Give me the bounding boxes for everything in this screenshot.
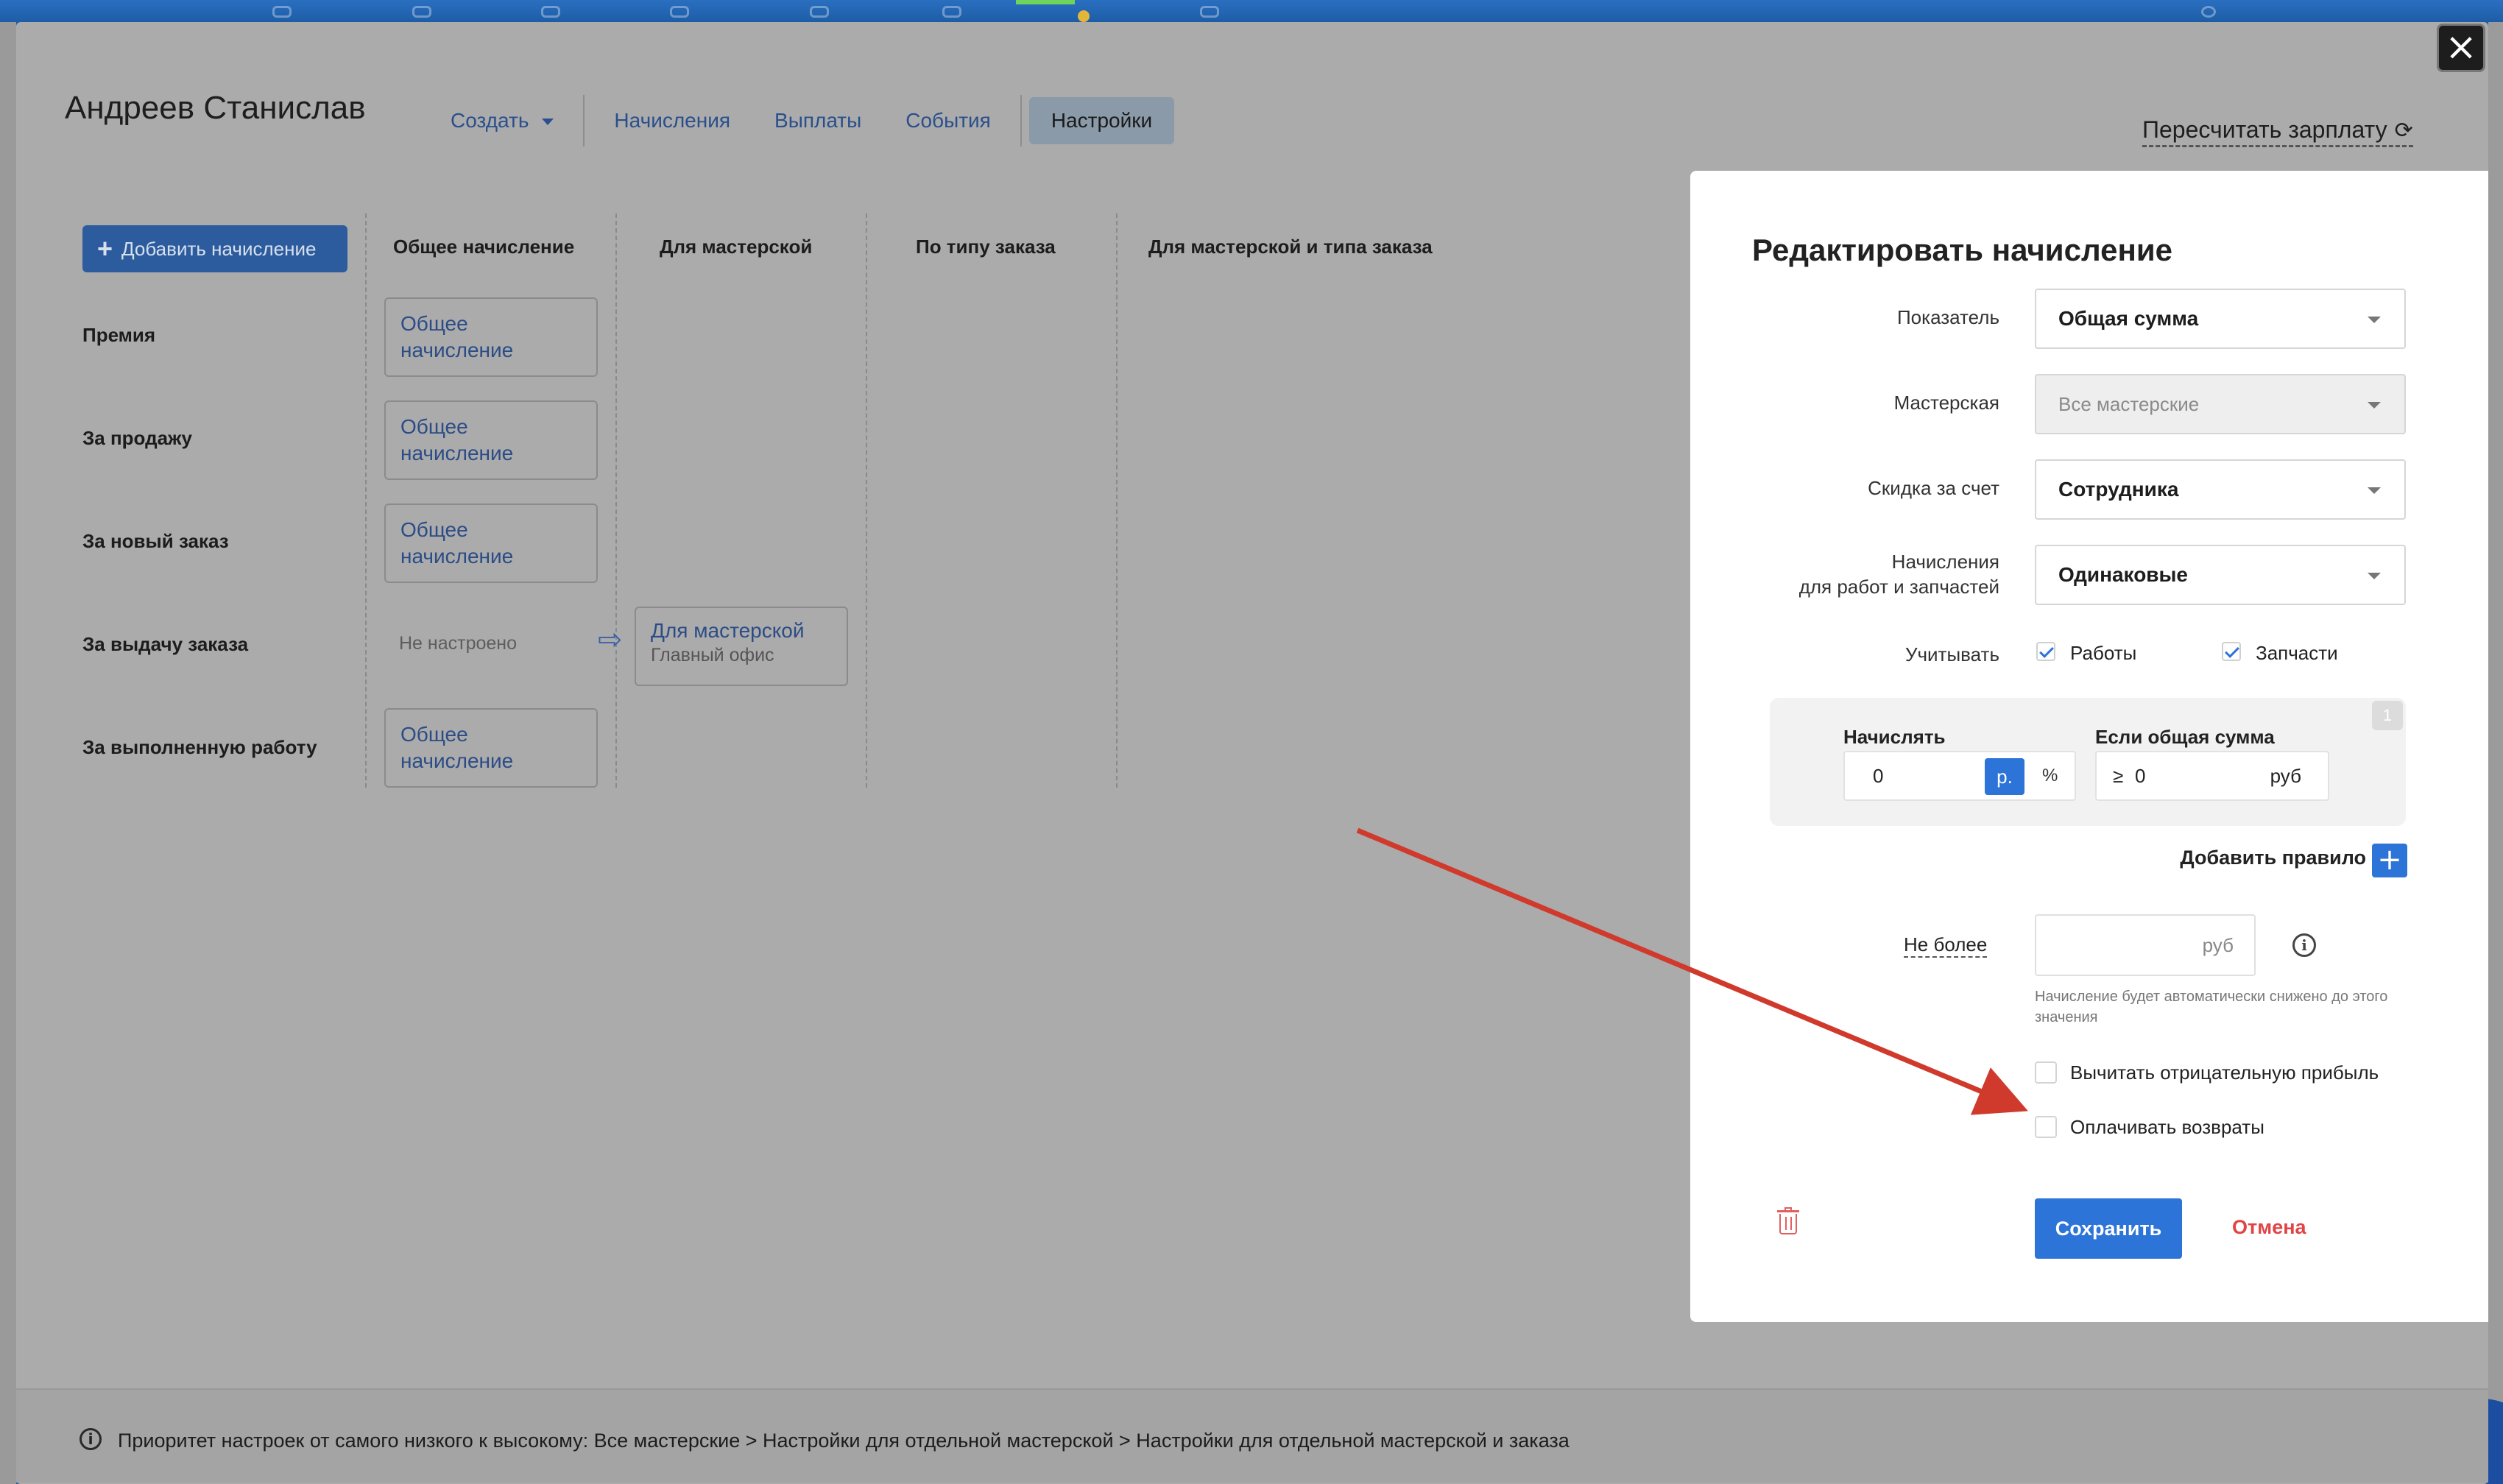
refresh-icon: ⟳ bbox=[2394, 118, 2413, 144]
close-icon[interactable]: × bbox=[2437, 24, 2485, 72]
add-rule-label[interactable]: Добавить правило bbox=[1690, 847, 2366, 869]
toolbar-icon bbox=[942, 6, 961, 18]
toolbar-highlight bbox=[1016, 0, 1075, 4]
accruals-for-label: Начисления для работ и запчастей bbox=[1690, 549, 1999, 599]
info-icon: i bbox=[80, 1428, 102, 1450]
rule-card: 1 Начислять 0 р. % Если общая сумма ≥ 0 … bbox=[1770, 698, 2406, 826]
indicator-select[interactable]: Общая сумма bbox=[2035, 289, 2406, 349]
if-total-value: 0 bbox=[2135, 765, 2146, 787]
workshop-select[interactable]: Все мастерские bbox=[2035, 374, 2406, 434]
column-header-order-type: По типу заказа bbox=[916, 236, 1056, 258]
parts-checkbox-label: Запчасти bbox=[2256, 642, 2338, 664]
accruals-for-label-line1: Начисления bbox=[1891, 551, 1999, 573]
add-rule-button[interactable]: + bbox=[2372, 844, 2407, 877]
nav-divider bbox=[1020, 95, 1022, 146]
deduct-negative-profit-checkbox[interactable] bbox=[2035, 1061, 2057, 1084]
pay-returns-label: Оплачивать возвраты bbox=[2070, 1116, 2264, 1138]
unit-rub-toggle[interactable]: р. bbox=[1985, 758, 2024, 795]
row-label-bonus: Премия bbox=[82, 324, 156, 346]
recalc-salary-link[interactable]: Пересчитать зарплату ⟳ bbox=[2142, 116, 2413, 147]
save-button[interactable]: Сохранить bbox=[2035, 1198, 2182, 1259]
workshop-accrual-title: Для мастерской bbox=[651, 619, 805, 642]
column-divider bbox=[1116, 213, 1118, 788]
info-icon[interactable]: i bbox=[2292, 933, 2316, 957]
nav-divider bbox=[583, 95, 585, 146]
discount-select[interactable]: Сотрудника bbox=[2035, 459, 2406, 520]
plus-icon: + bbox=[97, 233, 113, 264]
column-header-general: Общее начисление bbox=[393, 236, 575, 258]
toolbar-icon bbox=[810, 6, 829, 18]
workshop-accrual-cell[interactable]: Для мастерской Главный офис bbox=[635, 607, 848, 686]
accrue-label: Начислять bbox=[1843, 726, 1946, 748]
tab-nav: Создать Начисления Выплаты События Настр… bbox=[428, 85, 1175, 156]
priority-footer: i Приоритет настроек от самого низкого к… bbox=[16, 1388, 2488, 1483]
background-strip bbox=[2488, 22, 2503, 1484]
not-configured-text[interactable]: Не настроено bbox=[399, 633, 517, 654]
toolbar-icon bbox=[670, 6, 689, 18]
toolbar-icon bbox=[2201, 6, 2216, 18]
column-header-workshop-order-type: Для мастерской и типа заказа bbox=[1148, 236, 1433, 258]
accruals-for-select[interactable]: Одинаковые bbox=[2035, 545, 2406, 605]
deduct-negative-profit-label: Вычитать отрицательную прибыль bbox=[2070, 1061, 2379, 1084]
rule-number-badge: 1 bbox=[2372, 701, 2403, 730]
gte-sign: ≥ bbox=[2113, 765, 2124, 787]
general-accrual-cell[interactable]: Общее начисление bbox=[384, 708, 598, 788]
background-strip bbox=[0, 22, 16, 1484]
create-dropdown[interactable]: Создать bbox=[428, 97, 576, 144]
max-label[interactable]: Не более bbox=[1904, 933, 1988, 958]
works-checkbox[interactable] bbox=[2036, 642, 2055, 661]
toolbar-icon bbox=[541, 6, 560, 18]
consider-label: Учитывать bbox=[1904, 643, 1999, 665]
max-amount-input[interactable]: руб bbox=[2035, 914, 2256, 976]
tab-settings[interactable]: Настройки bbox=[1028, 97, 1175, 144]
tab-accruals[interactable]: Начисления bbox=[592, 97, 752, 144]
if-total-label: Если общая сумма bbox=[2095, 726, 2275, 748]
employee-name: Андреев Станислав bbox=[65, 90, 366, 126]
arrow-right-icon: ⇨ bbox=[598, 623, 623, 657]
max-hint: Начисление будет автоматически снижено д… bbox=[2035, 989, 2388, 1025]
general-accrual-cell[interactable]: Общее начисление bbox=[384, 297, 598, 377]
add-accrual-button[interactable]: + Добавить начисление bbox=[82, 225, 347, 272]
priority-note: Приоритет настроек от самого низкого к в… bbox=[118, 1430, 1570, 1452]
workshop-accrual-subtitle: Главный офис bbox=[651, 645, 774, 665]
accruals-for-label-line2: для работ и запчастей bbox=[1798, 576, 1999, 598]
modal-header: Андреев Станислав Создать Начисления Вып… bbox=[16, 22, 2488, 147]
row-label-sale: За продажу bbox=[82, 427, 192, 449]
toolbar-icon bbox=[272, 6, 292, 18]
parts-checkbox[interactable] bbox=[2222, 642, 2241, 661]
panel-title: Редактировать начисление bbox=[1752, 233, 2173, 267]
column-divider bbox=[615, 213, 617, 788]
recalc-label: Пересчитать зарплату bbox=[2142, 116, 2387, 143]
toolbar-dot-icon bbox=[1078, 10, 1090, 22]
row-label-order-issue: За выдачу заказа bbox=[82, 633, 249, 655]
toolbar-icon bbox=[1200, 6, 1219, 18]
general-accrual-cell[interactable]: Общее начисление bbox=[384, 504, 598, 583]
indicator-label: Показатель bbox=[1896, 306, 1999, 328]
tab-payouts[interactable]: Выплаты bbox=[752, 97, 883, 144]
pay-returns-checkbox[interactable] bbox=[2035, 1116, 2057, 1138]
if-total-unit: руб bbox=[2270, 765, 2301, 787]
column-divider bbox=[365, 213, 367, 788]
workshop-label: Мастерская bbox=[1893, 392, 1999, 414]
tab-events[interactable]: События bbox=[883, 97, 1013, 144]
column-divider bbox=[866, 213, 867, 788]
unit-percent-toggle[interactable]: % bbox=[2042, 752, 2058, 799]
edit-accrual-panel: Редактировать начисление Показатель Обща… bbox=[1690, 171, 2488, 1322]
column-header-workshop: Для мастерской bbox=[660, 236, 813, 258]
toolbar-icon bbox=[412, 6, 431, 18]
cancel-button[interactable]: Отмена bbox=[2232, 1216, 2306, 1239]
row-label-new-order: За новый заказ bbox=[82, 530, 229, 552]
accrue-amount-input[interactable]: 0 р. % bbox=[1843, 751, 2076, 801]
discount-label: Скидка за счет bbox=[1868, 477, 1999, 499]
if-total-input[interactable]: ≥ 0 руб bbox=[2095, 751, 2329, 801]
add-accrual-label: Добавить начисление bbox=[121, 238, 317, 260]
app-topbar bbox=[0, 0, 2503, 22]
row-label-completed-work: За выполненную работу bbox=[82, 736, 317, 758]
works-checkbox-label: Работы bbox=[2070, 642, 2137, 664]
general-accrual-cell[interactable]: Общее начисление bbox=[384, 400, 598, 480]
trash-icon[interactable] bbox=[1777, 1207, 1799, 1235]
accrue-amount-value: 0 bbox=[1873, 765, 1884, 787]
